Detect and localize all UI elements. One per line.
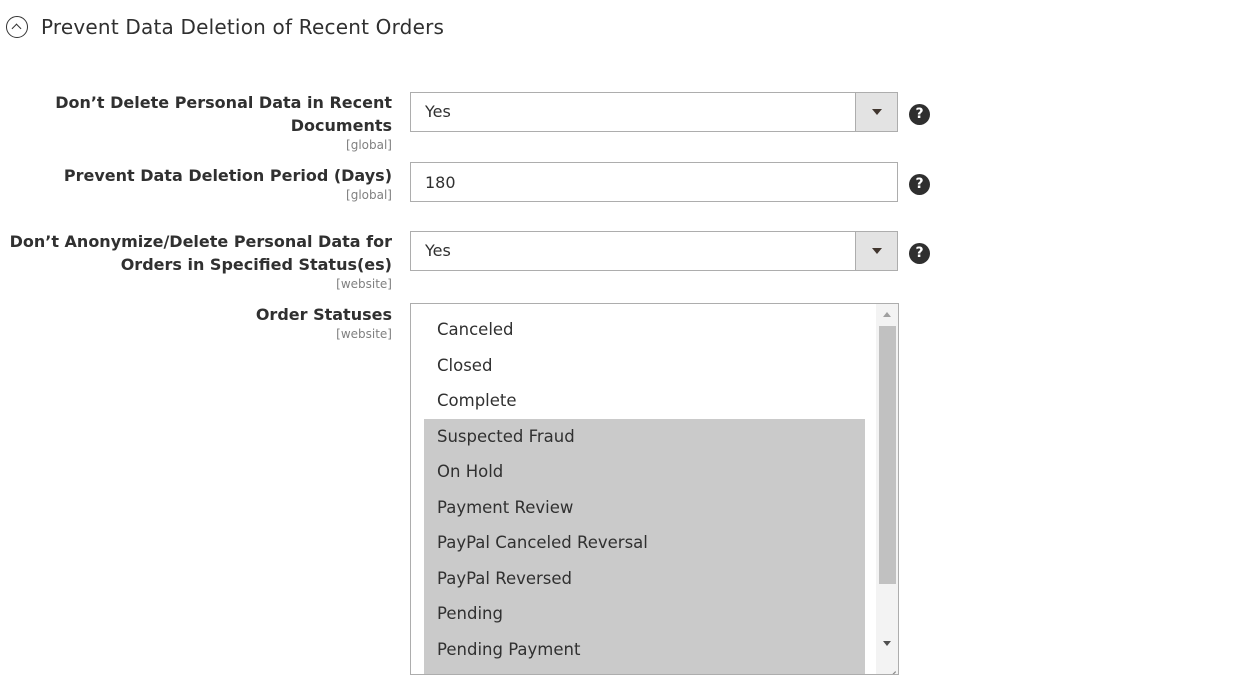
dont-anonymize-select[interactable]: Yes: [410, 231, 898, 271]
scope-label: [website]: [336, 327, 392, 341]
dont-delete-recent-label-group: Don’t Delete Personal Data in Recent Doc…: [55, 91, 392, 152]
scrollbar-thumb[interactable]: [879, 326, 896, 584]
section-title: Prevent Data Deletion of Recent Orders: [41, 15, 445, 39]
order-status-option[interactable]: Canceled: [424, 312, 865, 348]
scrollbar[interactable]: [876, 304, 898, 674]
order-statuses-label-group: Order Statuses [website]: [256, 303, 392, 341]
section-header[interactable]: Prevent Data Deletion of Recent Orders: [6, 12, 444, 42]
dont-anonymize-label-line1: Don’t Anonymize/Delete Personal Data for: [9, 232, 392, 251]
scope-label: [website]: [336, 277, 392, 291]
order-status-option[interactable]: Complete: [424, 383, 865, 419]
help-icon[interactable]: ?: [909, 174, 930, 195]
period-days-label-group: Prevent Data Deletion Period (Days) [glo…: [64, 164, 392, 202]
period-days-label: Prevent Data Deletion Period (Days): [63, 166, 392, 185]
help-icon[interactable]: ?: [909, 104, 930, 125]
order-status-option[interactable]: On Hold: [424, 454, 865, 490]
collapse-up-icon[interactable]: [6, 16, 28, 38]
order-statuses-options: Canceled Closed Complete Suspected Fraud On …: [424, 312, 865, 674]
dropdown-arrow-icon[interactable]: [855, 232, 897, 270]
dont-delete-recent-label-line1: Don’t Delete Personal Data in Recent: [55, 93, 392, 112]
dont-anonymize-label-group: Don’t Anonymize/Delete Personal Data for…: [10, 230, 392, 291]
order-status-option[interactable]: Pending: [424, 596, 865, 632]
order-status-option[interactable]: [424, 667, 865, 674]
scope-label: [global]: [346, 138, 392, 152]
order-status-option[interactable]: PayPal Reversed: [424, 560, 865, 596]
dont-anonymize-label-line2: Orders in Specified Status(es): [120, 255, 392, 274]
period-days-input[interactable]: [410, 162, 898, 202]
select-value: Yes: [425, 241, 451, 260]
dont-delete-recent-label-line2: Documents: [290, 116, 392, 135]
resize-grip-icon[interactable]: [884, 660, 896, 672]
scope-label: [global]: [346, 188, 392, 202]
scroll-up-icon[interactable]: [876, 304, 898, 326]
order-statuses-label: Order Statuses: [255, 305, 392, 324]
dont-delete-recent-select[interactable]: Yes: [410, 92, 898, 132]
scroll-down-icon[interactable]: [876, 632, 898, 654]
order-statuses-multiselect[interactable]: Canceled Closed Complete Suspected Fraud On …: [410, 303, 899, 675]
order-status-option[interactable]: Closed: [424, 348, 865, 384]
select-value: Yes: [425, 102, 451, 121]
order-status-option[interactable]: Suspected Fraud: [424, 418, 865, 454]
order-status-option[interactable]: Pending Payment: [424, 631, 865, 667]
order-status-option[interactable]: Payment Review: [424, 489, 865, 525]
dropdown-arrow-icon[interactable]: [855, 93, 897, 131]
order-status-option[interactable]: PayPal Canceled Reversal: [424, 525, 865, 561]
help-icon[interactable]: ?: [909, 243, 930, 264]
